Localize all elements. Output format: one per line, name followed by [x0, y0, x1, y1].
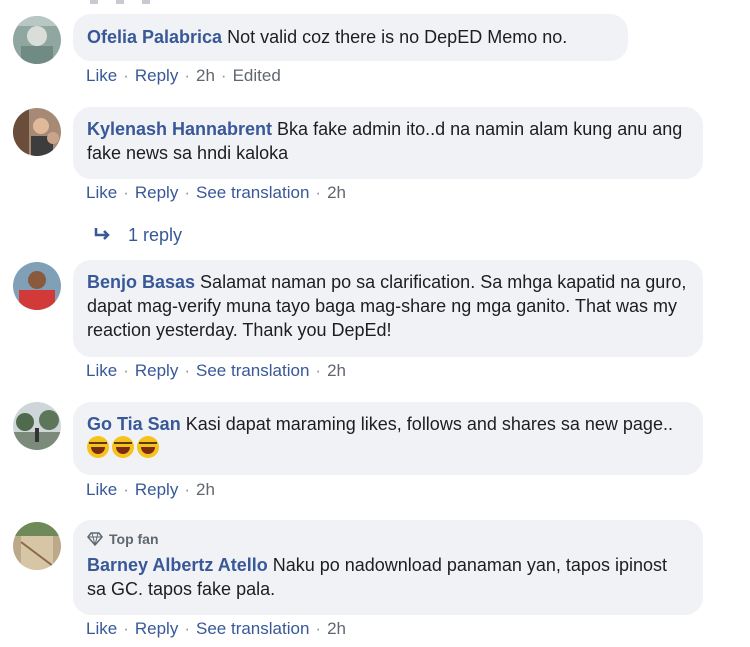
comment-bubble: Ofelia Palabrica Not valid coz there is n… — [73, 14, 628, 61]
like-button[interactable]: Like — [86, 183, 117, 202]
timestamp[interactable]: 2h — [196, 480, 215, 499]
reply-button[interactable]: Reply — [135, 183, 178, 202]
see-translation-link[interactable]: See translation — [196, 361, 309, 380]
comment-actions: Like · Reply · See translation · 2h — [86, 619, 346, 638]
comment-bubble: Go Tia San Kasi dapat maraming likes, fol… — [73, 402, 703, 475]
comment-author[interactable]: Barney Albertz Atello — [87, 555, 268, 575]
comment-bubble: Benjo Basas Salamat naman po sa clarifica… — [73, 260, 703, 357]
timestamp[interactable]: 2h — [196, 66, 215, 85]
comment-author[interactable]: Benjo Basas — [87, 272, 195, 292]
comment-actions: Like · Reply · 2h — [86, 480, 215, 499]
avatar[interactable] — [13, 262, 61, 310]
diamond-icon — [87, 532, 103, 546]
view-replies-link[interactable]: 1 reply — [94, 225, 182, 246]
top-fan-badge[interactable]: Top fan — [87, 527, 689, 551]
previous-comment-actions — [90, 0, 230, 4]
avatar[interactable] — [13, 16, 61, 64]
avatar[interactable] — [13, 402, 61, 450]
reply-button[interactable]: Reply — [135, 361, 178, 380]
laughing-tears-emoji-icon — [87, 436, 162, 458]
comment-author[interactable]: Ofelia Palabrica — [87, 27, 222, 47]
reply-button[interactable]: Reply — [135, 619, 178, 638]
like-button[interactable]: Like — [86, 619, 117, 638]
timestamp[interactable]: 2h — [327, 619, 346, 638]
timestamp[interactable]: 2h — [327, 361, 346, 380]
reply-button[interactable]: Reply — [135, 66, 178, 85]
comment-bubble: Top fan Barney Albertz Atello Naku po nad… — [73, 520, 703, 615]
like-button[interactable]: Like — [86, 361, 117, 380]
comment-actions: Like · Reply · See translation · 2h — [86, 361, 346, 380]
comment-bubble: Kylenash Hannabrent Bka fake admin ito..d… — [73, 107, 703, 179]
avatar[interactable] — [13, 522, 61, 570]
like-button[interactable]: Like — [86, 480, 117, 499]
like-button[interactable]: Like — [86, 66, 117, 85]
edited-label[interactable]: Edited — [233, 66, 281, 85]
comment-text: Not valid coz there is no DepED Memo no. — [227, 27, 568, 47]
reply-button[interactable]: Reply — [135, 480, 178, 499]
comment-text: Kasi dapat maraming likes, follows and s… — [185, 414, 673, 434]
comment-author[interactable]: Go Tia San — [87, 414, 181, 434]
see-translation-link[interactable]: See translation — [196, 619, 309, 638]
timestamp[interactable]: 2h — [327, 183, 346, 202]
reply-arrow-icon — [94, 225, 114, 246]
replies-count[interactable]: 1 reply — [128, 225, 182, 245]
avatar[interactable] — [13, 108, 61, 156]
comment-author[interactable]: Kylenash Hannabrent — [87, 119, 272, 139]
see-translation-link[interactable]: See translation — [196, 183, 309, 202]
badge-label: Top fan — [109, 531, 159, 547]
comment-actions: Like · Reply · 2h · Edited — [86, 66, 281, 85]
comment-actions: Like · Reply · See translation · 2h — [86, 183, 346, 202]
